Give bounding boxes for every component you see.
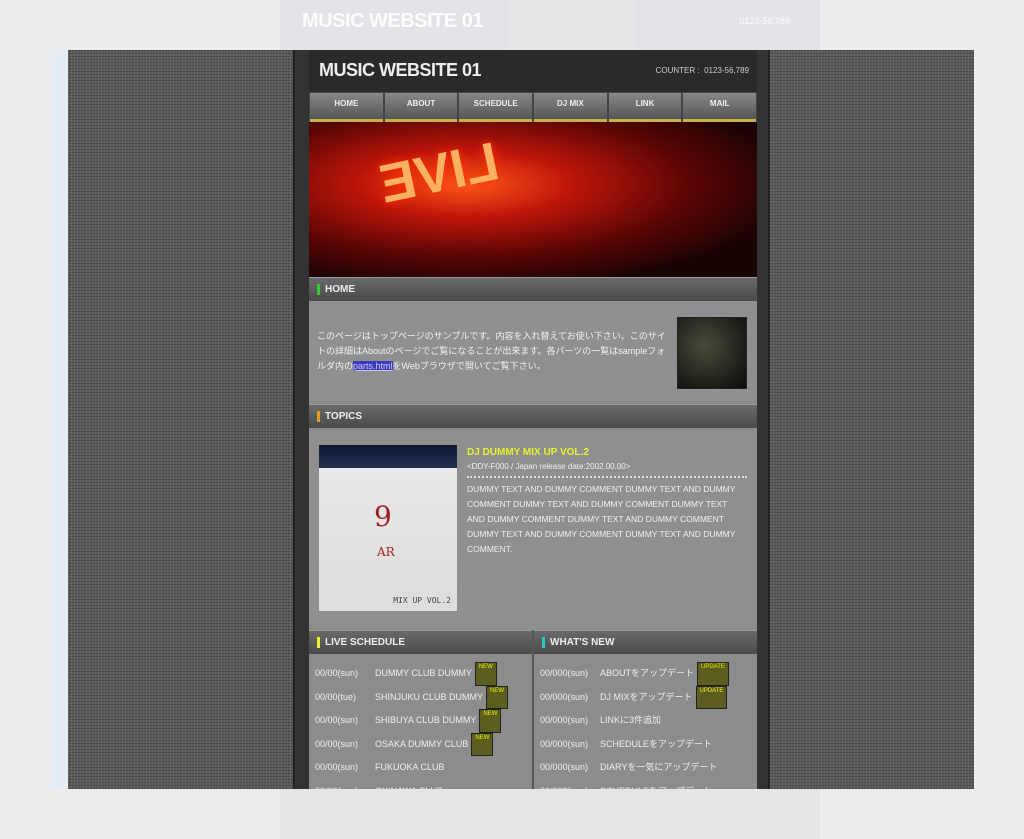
list-item[interactable]: 00/000(sun) ABOUTをアップデート UPDATE [534,662,757,686]
ghost-title: MUSIC WEBSITE 01 [302,10,483,32]
item-text: DIARYを一気にアップデート [600,762,718,772]
home-text-2: をWebブラウザで開いてご覧下さい。 [392,361,546,371]
heading-text: LIVE SCHEDULE [325,637,406,648]
header: MUSIC WEBSITE 01 COUNTER : 0123-56,789 [309,50,757,92]
news-heading: WHAT'S NEW [534,630,757,654]
nav-link[interactable]: LINK [608,93,682,122]
page: MUSIC WEBSITE 01 COUNTER : 0123-56,789 H… [309,50,757,789]
reflection-top: MUSIC WEBSITE 01 0123-56,789 [280,0,820,50]
item-text: FUKUOKA CLUB [375,762,445,772]
neon-sign: LIVE [374,131,504,215]
new-badge: NEW [471,732,494,756]
nav-mail[interactable]: MAIL [683,93,757,122]
cd-cover[interactable]: 9 AR MIX UP VOL.2 [319,445,457,611]
item-date: 00/000(sun) [540,691,589,702]
item-date: 00/000(sun) [540,762,589,772]
list-item[interactable]: 00/00(sun) OSAKA DUMMY CLUB NEW [309,732,532,756]
reflection-bottom [280,789,820,839]
list-item[interactable]: 00/00(tue) SHINJUKU CLUB DUMMY NEW [309,685,532,709]
heading-text: WHAT'S NEW [550,637,615,648]
list-item[interactable]: 00/00(sun) DUMMY CLUB DUMMY NEW [309,662,532,686]
item-date: 00/00(sun) [315,668,359,678]
item-date: 00/00(sun) [315,762,359,772]
page-column: MUSIC WEBSITE 01 COUNTER : 0123-56,789 H… [293,50,770,789]
counter-label: COUNTER : [655,66,700,75]
item-text: OKINAWA CLUB [375,780,443,790]
nav-bar: HOME ABOUT SCHEDULE DJ MIX LINK MAIL [309,92,757,122]
two-columns: LIVE SCHEDULE 00/00(sun) DUMMY CLUB DUMMY… [309,630,757,789]
schedule-heading: LIVE SCHEDULE [309,630,532,654]
item-text: OSAKA DUMMY CLUB [375,738,469,749]
nav-dj-mix[interactable]: DJ MIX [534,93,607,122]
cover-text: AR [377,545,395,559]
home-heading: HOME [309,277,757,301]
list-item[interactable]: 00/000(sun) SCHEDULEをアップデート [534,733,757,757]
home-text: このページはトップページのサンプルです。内容を入れ替えてお使い下さい。このサイト… [317,329,667,374]
heading-text: HOME [325,284,355,295]
parts-link[interactable]: parts.html [353,361,393,371]
list-item[interactable]: 00/00(sun)OKINAWA CLUB [309,780,532,790]
item-text: SCHEDULEをアップデート [600,738,713,749]
cover-caption: MIX UP VOL.2 [393,596,451,605]
new-badge: UPDATE [697,662,729,686]
whats-new: WHAT'S NEW 00/000(sun) ABOUTをアップデート UPDATE… [532,630,757,789]
new-badge: NEW [479,709,502,733]
new-badge: UPDATE [695,685,728,709]
nav-about[interactable]: ABOUT [384,93,458,122]
list-item[interactable]: 00/000(sun)SCHEDULEをアップデート [534,780,757,790]
website-screenshot: MUSIC WEBSITE 01 COUNTER : 0123-56,789 H… [50,50,974,789]
nav-schedule[interactable]: SCHEDULE [459,93,533,122]
item-text: SHIBUYA CLUB DUMMY [375,715,477,725]
new-badge: NEW [486,685,509,709]
item-text: SHINJUKU CLUB DUMMY [375,691,484,702]
bar-icon [317,636,320,648]
heading-text: TOPICS [325,411,363,422]
item-date: 00/00(tue) [315,691,357,702]
item-date: 00/00(sun) [315,780,375,790]
bar-icon [542,636,545,648]
counter-value: 0123-56,789 [704,66,749,75]
item-date: 00/000(sun) [540,780,600,790]
nav-home[interactable]: HOME [310,93,383,122]
list-item[interactable]: 00/000(sun) LINKに3件追加 [534,709,757,733]
bar-icon [317,283,320,295]
live-schedule: LIVE SCHEDULE 00/00(sun) DUMMY CLUB DUMMY… [309,630,532,789]
home-content: このページはトップページのサンプルです。内容を入れ替えてお使い下さい。このサイト… [309,301,757,401]
list-item[interactable]: 00/000(sun) DJ MIXをアップデート UPDATE [534,685,757,709]
topic-subtitle: <DDY-F000 / Japan release date:2002.00.0… [467,462,747,478]
item-text: SCHEDULEをアップデート [600,780,712,790]
topic-item: DJ DUMMY MIX UP VOL.2 <DDY-F000 / Japan … [467,447,747,557]
list-item[interactable]: 00/00(sun) FUKUOKA CLUB [309,756,532,780]
item-date: 00/000(sun) [540,738,589,749]
site-logo[interactable]: MUSIC WEBSITE 01 [319,60,482,81]
cover-number: 9 [374,500,392,533]
home-photo [677,317,747,389]
item-date: 00/000(sun) [540,715,589,725]
counter: COUNTER : 0123-56,789 [656,66,749,75]
topics-content: 9 AR MIX UP VOL.2 DJ DUMMY MIX UP VOL.2 <D… [309,431,757,628]
item-text: ABOUTをアップデート [600,668,695,678]
item-text: DUMMY CLUB DUMMY [375,668,472,678]
topic-body: DUMMY TEXT AND DUMMY COMMENT DUMMY TEXT … [467,484,736,554]
item-date: 00/00(sun) [315,738,359,749]
left-strip [50,50,68,789]
banner-image: LIVE [309,122,757,277]
list-item[interactable]: 00/000(sun) DIARYを一気にアップデート [534,756,757,780]
item-text: DJ MIXをアップデート [600,691,693,702]
topic-title[interactable]: DJ DUMMY MIX UP VOL.2 [467,447,747,458]
bar-icon [317,410,320,422]
item-date: 00/00(sun) [315,715,359,725]
list-item[interactable]: 00/00(sun) SHIBUYA CLUB DUMMY NEW [309,709,532,733]
ghost-counter: 0123-56,789 [739,16,790,26]
new-badge: NEW [474,662,497,686]
item-date: 00/000(sun) [540,668,589,678]
topics-heading: TOPICS [309,404,757,428]
item-text: LINKに3件追加 [600,715,662,725]
